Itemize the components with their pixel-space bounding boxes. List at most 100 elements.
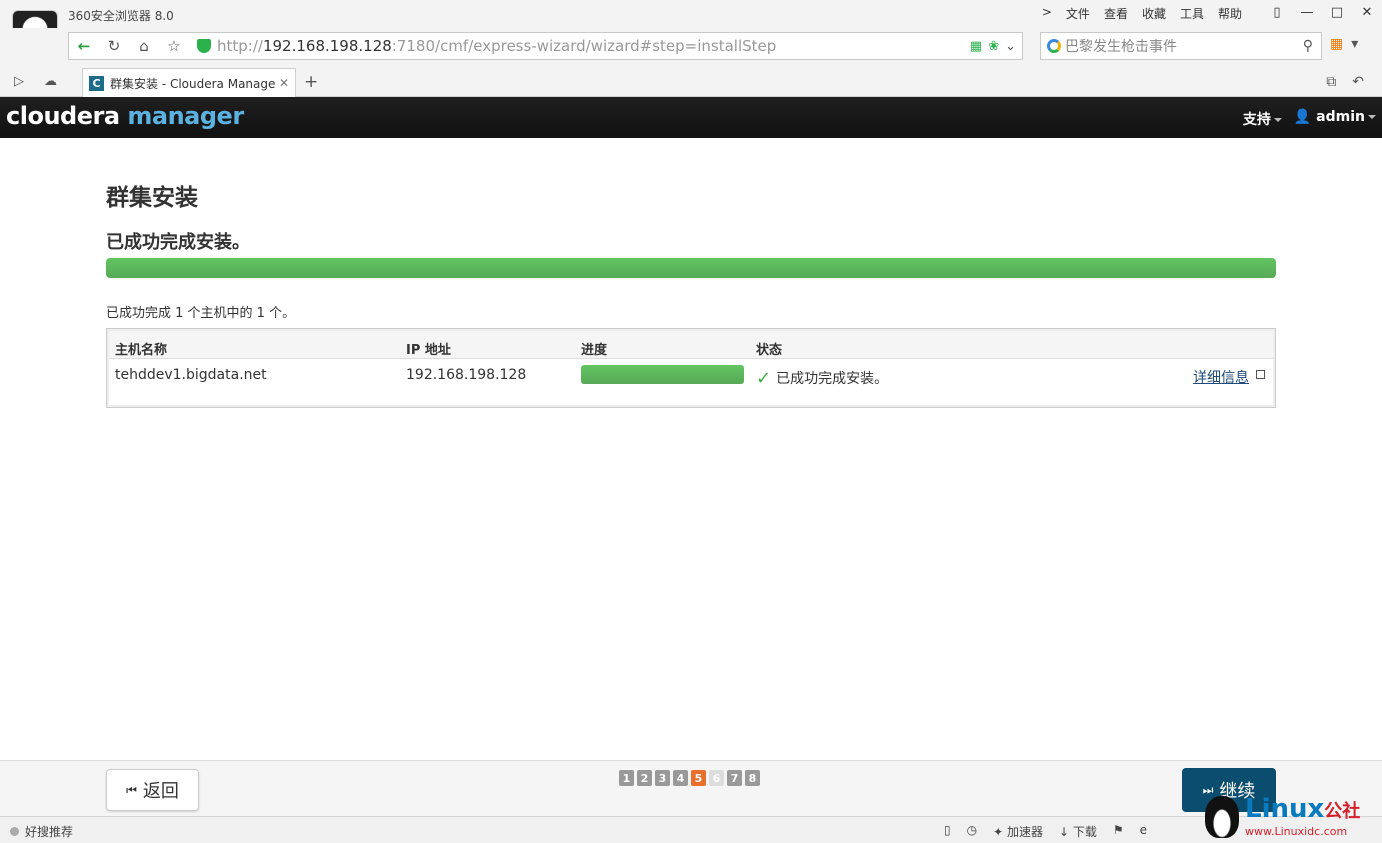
install-status-heading: 已成功完成安装。 bbox=[106, 232, 250, 253]
menu-tools[interactable]: 工具 bbox=[1180, 5, 1204, 22]
recommend-label: 好搜推荐 bbox=[25, 825, 74, 839]
header-ip: IP 地址 bbox=[406, 343, 451, 358]
extension-icons: ▦ ▾ bbox=[1330, 36, 1358, 52]
external-link-icon[interactable] bbox=[1256, 370, 1265, 379]
status-dot-icon bbox=[10, 827, 19, 836]
browser-statusbar: 好搜推荐 ▯ ◷ ✦ 加速器 ↓ 下载 ⚑ e bbox=[0, 816, 1382, 843]
statusbar-tools: ▯ ◷ ✦ 加速器 ↓ 下载 ⚑ e bbox=[944, 823, 1147, 840]
search-input[interactable]: 巴黎发生枪击事件 bbox=[1065, 36, 1303, 56]
tab-title: 群集安装 - Cloudera Manage bbox=[110, 76, 276, 91]
download-button[interactable]: ↓ 下载 bbox=[1059, 823, 1097, 840]
rocket-icon: ✦ bbox=[993, 825, 1004, 839]
back-label: 返回 bbox=[142, 781, 179, 802]
cloudera-favicon-icon: C bbox=[89, 75, 104, 91]
user-label: admin bbox=[1316, 109, 1365, 125]
cloudera-manager-logo[interactable]: cloudera manager bbox=[6, 102, 244, 130]
star-icon[interactable]: ☆ bbox=[159, 33, 189, 59]
overall-progress-bar bbox=[106, 258, 1276, 278]
home-icon[interactable]: ⌂ bbox=[129, 33, 159, 59]
url-scheme: http:// bbox=[217, 37, 263, 55]
flag-icon[interactable]: ⚑ bbox=[1113, 823, 1124, 840]
table-header-row: 主机名称 IP 地址 进度 状态 bbox=[109, 331, 1273, 359]
linuxidc-watermark: Linux公社 www.Linuxidc.com bbox=[1205, 796, 1360, 838]
page-title: 群集安装 bbox=[106, 185, 198, 211]
leaf-icon[interactable]: ❀ bbox=[988, 39, 999, 54]
sidebar-toggle-icon[interactable]: ▷ bbox=[14, 74, 24, 89]
support-label: 支持 bbox=[1242, 112, 1271, 128]
chevron-down-icon[interactable]: ▾ bbox=[1351, 36, 1358, 52]
maximize-icon[interactable]: □ bbox=[1322, 0, 1352, 24]
tab-row: ▷ ☁ C 群集安装 - Cloudera Manage ✕ + ⧉ ↶ bbox=[0, 66, 1382, 97]
address-bar: ← ↻ ⌂ ☆ http://192.168.198.128:7180/cmf/… bbox=[68, 32, 1023, 60]
download-icon: ↓ bbox=[1059, 825, 1070, 839]
accelerator-button[interactable]: ✦ 加速器 bbox=[993, 823, 1043, 840]
logo-cloudera: cloudera bbox=[6, 102, 120, 130]
menu-expand-icon[interactable]: > bbox=[1042, 5, 1052, 22]
wizard-footer: ⏮ 返回 12345678 ⏭ 继续 bbox=[0, 760, 1382, 816]
menu-view[interactable]: 查看 bbox=[1104, 5, 1128, 22]
menu-file[interactable]: 文件 bbox=[1066, 5, 1090, 22]
statusbar-recommend[interactable]: 好搜推荐 bbox=[10, 823, 73, 840]
restore-window-icon[interactable]: ⧉ bbox=[1326, 74, 1336, 90]
undo-icon[interactable]: ↶ bbox=[1352, 74, 1364, 90]
wizard-step-4[interactable]: 4 bbox=[673, 770, 688, 786]
cloud-icon[interactable]: ☁ bbox=[44, 74, 57, 89]
watermark-brand: Linux公社 bbox=[1245, 796, 1360, 825]
address-icons: ▦ ❀ ⌄ bbox=[970, 39, 1016, 54]
tab-close-icon[interactable]: ✕ bbox=[279, 76, 289, 90]
close-icon[interactable]: ✕ bbox=[1352, 0, 1382, 24]
status-text: 已成功完成安装。 bbox=[776, 371, 889, 387]
browser-menu: > 文件 查看 收藏 工具 帮助 bbox=[1042, 5, 1242, 22]
menu-favorites[interactable]: 收藏 bbox=[1142, 5, 1166, 22]
wizard-step-5[interactable]: 5 bbox=[691, 770, 706, 786]
tab-row-right: ⧉ ↶ bbox=[1326, 74, 1364, 90]
cell-ip: 192.168.198.128 bbox=[406, 367, 527, 383]
host-progress-fill bbox=[581, 365, 744, 384]
step-pager: 12345678 bbox=[619, 770, 760, 786]
menu-help[interactable]: 帮助 bbox=[1218, 5, 1242, 22]
search-box[interactable]: 巴黎发生枪击事件 ⚲ bbox=[1040, 32, 1322, 60]
mobile-icon[interactable]: ▯ bbox=[944, 823, 951, 840]
shirt-icon[interactable]: ▯ bbox=[1262, 0, 1292, 24]
url-path: :7180/cmf/express-wizard/wizard#step=ins… bbox=[391, 37, 777, 55]
dropdown-icon[interactable]: ⌄ bbox=[1005, 39, 1016, 54]
url-input[interactable]: http://192.168.198.128:7180/cmf/express-… bbox=[217, 37, 970, 55]
minimize-icon[interactable]: — bbox=[1292, 0, 1322, 24]
support-menu[interactable]: 支持 bbox=[1243, 109, 1282, 129]
tab-cluster-install[interactable]: C 群集安装 - Cloudera Manage ✕ bbox=[82, 68, 296, 97]
header-nav: 支持 👤 admin bbox=[1243, 109, 1376, 129]
caret-down-icon bbox=[1273, 118, 1282, 122]
table-row: tehddev1.bigdata.net 192.168.198.128 ✓ 已成… bbox=[109, 360, 1273, 390]
wizard-step-8[interactable]: 8 bbox=[745, 770, 760, 786]
new-tab-icon[interactable]: + bbox=[304, 72, 318, 92]
ie-icon[interactable]: e bbox=[1140, 823, 1147, 840]
refresh-icon[interactable]: ↻ bbox=[99, 33, 129, 59]
apps-icon[interactable]: ▦ bbox=[1330, 36, 1343, 52]
logo-manager: manager bbox=[127, 102, 244, 130]
details-link[interactable]: 详细信息 bbox=[1193, 367, 1249, 387]
back-button[interactable]: ⏮ 返回 bbox=[106, 769, 199, 811]
wizard-step-3[interactable]: 3 bbox=[655, 770, 670, 786]
overall-progress-fill bbox=[106, 258, 1276, 278]
back-arrow-icon[interactable]: ← bbox=[69, 33, 99, 59]
wizard-step-7[interactable]: 7 bbox=[727, 770, 742, 786]
wizard-step-6[interactable]: 6 bbox=[709, 770, 724, 786]
download-label: 下载 bbox=[1072, 825, 1097, 839]
speed-icon[interactable]: ◷ bbox=[967, 823, 977, 840]
cell-hostname: tehddev1.bigdata.net bbox=[115, 367, 267, 383]
caret-down-icon bbox=[1368, 115, 1376, 119]
user-menu[interactable]: 👤 admin bbox=[1294, 109, 1376, 129]
host-progress-bar bbox=[581, 365, 744, 384]
tux-penguin-icon bbox=[1205, 796, 1239, 838]
address-row: ← ↻ ⌂ ☆ http://192.168.198.128:7180/cmf/… bbox=[0, 28, 1382, 66]
user-icon: 👤 bbox=[1293, 109, 1312, 125]
wizard-step-1[interactable]: 1 bbox=[619, 770, 634, 786]
host-table: 主机名称 IP 地址 进度 状态 tehddev1.bigdata.net 19… bbox=[106, 328, 1276, 408]
wizard-step-2[interactable]: 2 bbox=[637, 770, 652, 786]
watermark-brand-name: Linux bbox=[1245, 794, 1325, 824]
search-icon[interactable]: ⚲ bbox=[1303, 38, 1313, 54]
app-title: 360安全浏览器 8.0 bbox=[68, 9, 174, 23]
tab-row-left: ▷ ☁ bbox=[14, 74, 57, 89]
qr-code-icon[interactable]: ▦ bbox=[970, 39, 982, 54]
search-engine-icon[interactable] bbox=[1047, 39, 1061, 53]
